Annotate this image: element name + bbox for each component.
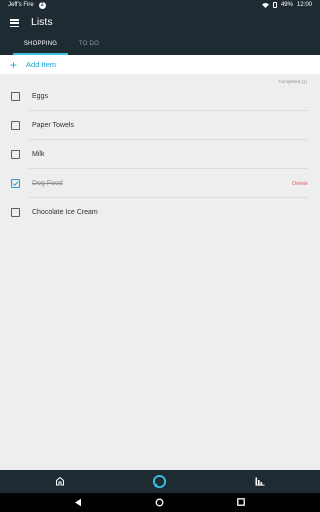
delete-button[interactable]: Delete [292, 181, 308, 187]
item-label: Chocolate Ice Cream [32, 209, 98, 216]
battery-level: 49% [280, 2, 293, 8]
item-checkbox[interactable] [11, 150, 20, 159]
item-label: Milk [32, 151, 45, 158]
home-button-icon[interactable] [155, 498, 164, 507]
checkmark-icon [12, 181, 19, 187]
alexa-icon[interactable] [152, 474, 167, 489]
back-icon[interactable] [74, 498, 82, 507]
list-item[interactable]: Dog Food Delete [0, 169, 320, 198]
add-item-button[interactable]: + Add Item [0, 55, 320, 74]
notification-badge: 2 [38, 1, 46, 9]
wifi-icon [261, 2, 269, 8]
tab-shopping[interactable]: SHOPPING [13, 38, 68, 55]
item-checkbox-checked[interactable] [11, 179, 20, 188]
app-bar: Lists SHOPPING TO DO [0, 10, 320, 55]
item-checkbox[interactable] [11, 121, 20, 130]
bottom-nav [0, 470, 320, 493]
item-label: Eggs [32, 93, 48, 100]
tab-bar: SHOPPING TO DO [0, 38, 104, 55]
home-icon[interactable] [55, 476, 65, 486]
list-item[interactable]: Paper Towels [0, 111, 320, 140]
item-label: Paper Towels [32, 122, 74, 129]
battery-icon [272, 2, 277, 8]
list-item[interactable]: Eggs [0, 82, 320, 111]
chart-icon[interactable] [255, 477, 265, 486]
recents-icon[interactable] [237, 498, 245, 506]
item-checkbox[interactable] [11, 208, 20, 217]
shopping-list: Eggs Paper Towels Milk Dog Food Delete C… [0, 82, 320, 227]
page-title: Lists [31, 16, 53, 28]
item-label: Dog Food [32, 180, 63, 187]
list-item[interactable]: Chocolate Ice Cream [0, 198, 320, 227]
device-name: Jeff's Fire [8, 2, 34, 8]
status-bar: Jeff's Fire 2 49% 12:00 [0, 0, 320, 10]
system-navigation-bar [0, 493, 320, 512]
list-item[interactable]: Milk [0, 140, 320, 169]
add-item-label: Add Item [26, 60, 57, 69]
status-time: 12:00 [296, 2, 312, 8]
item-checkbox[interactable] [11, 92, 20, 101]
tab-to-do[interactable]: TO DO [74, 38, 104, 55]
menu-icon[interactable] [10, 19, 19, 27]
plus-icon: + [10, 57, 18, 72]
